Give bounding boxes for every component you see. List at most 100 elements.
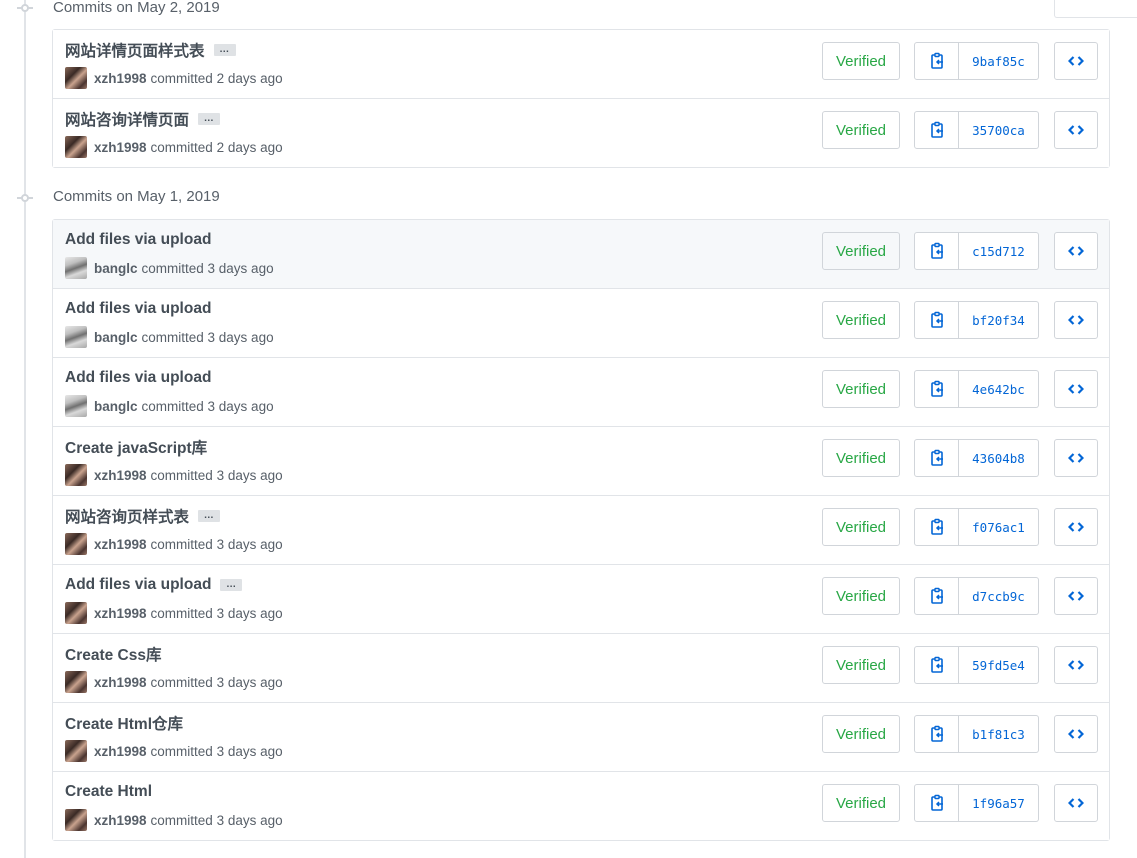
expand-message-button[interactable]: … [220,579,243,591]
commit-author-link[interactable]: xzh1998 [94,744,147,759]
sha-button-group: 9baf85c [914,42,1039,80]
code-browse-icon [1068,658,1084,672]
commit-message-line: Create javaScript库 [65,436,207,458]
commit-message-line: 网站详情页面样式表 … [65,39,236,61]
verified-badge[interactable]: Verified [822,439,900,477]
commit-message-link[interactable]: 网站详情页面样式表 [65,39,205,61]
commit-message-link[interactable]: Add files via upload [65,369,211,387]
commit-sha-link[interactable]: 9baf85c [959,42,1039,80]
code-browse-icon [1068,520,1084,534]
commit-author-link[interactable]: xzh1998 [94,468,147,483]
commit-message-link[interactable]: Add files via upload [65,300,211,318]
verified-badge[interactable]: Verified [822,370,900,408]
clipboard-copy-icon [929,587,945,605]
browse-repository-button[interactable] [1054,508,1098,546]
avatar[interactable] [65,326,87,348]
browse-repository-button[interactable] [1054,42,1098,80]
code-browse-icon [1068,244,1084,258]
browse-repository-button[interactable] [1054,577,1098,615]
commit-message-line: Create Css库 [65,643,162,665]
verified-badge[interactable]: Verified [822,111,900,149]
commit-author-link[interactable]: banglc [94,399,138,414]
verified-badge[interactable]: Verified [822,646,900,684]
avatar[interactable] [65,740,87,762]
copy-sha-button[interactable] [914,370,959,408]
commit-sha-link[interactable]: c15d712 [959,232,1039,270]
commit-message-link[interactable]: Create javaScript库 [65,436,207,458]
commit-message-link[interactable]: Create Html仓库 [65,712,183,734]
browse-repository-button[interactable] [1054,715,1098,753]
avatar[interactable] [65,136,87,158]
browse-repository-button[interactable] [1054,784,1098,822]
commit-author-link[interactable]: xzh1998 [94,813,147,828]
commit-message-link[interactable]: Create Css库 [65,643,162,665]
copy-sha-button[interactable] [914,232,959,270]
verified-badge[interactable]: Verified [822,715,900,753]
commit-author-link[interactable]: banglc [94,330,138,345]
verified-badge[interactable]: Verified [822,232,900,270]
avatar[interactable] [65,809,87,831]
commit-message-link[interactable]: Add files via upload [65,231,211,249]
commit-meta: xzh1998 committed 2 days ago [65,67,283,89]
verified-badge[interactable]: Verified [822,301,900,339]
avatar[interactable] [65,67,87,89]
commit-author-link[interactable]: xzh1998 [94,606,147,621]
verified-badge[interactable]: Verified [822,508,900,546]
commit-row: Create Css库 xzh1998 committed 3 days ago Ve… [53,633,1109,702]
commit-sha-link[interactable]: 43604b8 [959,439,1039,477]
commit-author-link[interactable]: xzh1998 [94,71,147,86]
copy-sha-button[interactable] [914,715,959,753]
copy-sha-button[interactable] [914,301,959,339]
commit-sha-link[interactable]: b1f81c3 [959,715,1039,753]
expand-message-button[interactable]: … [213,44,236,56]
copy-sha-button[interactable] [914,646,959,684]
clipboard-copy-icon [929,449,945,467]
browse-repository-button[interactable] [1054,232,1098,270]
copy-sha-button[interactable] [914,42,959,80]
commit-message-link[interactable]: Add files via upload [65,576,211,594]
commit-meta: xzh1998 committed 3 days ago [65,809,283,831]
commit-message-link[interactable]: Create Html [65,783,152,801]
commit-sha-link[interactable]: 59fd5e4 [959,646,1039,684]
avatar[interactable] [65,602,87,624]
avatar[interactable] [65,671,87,693]
expand-message-button[interactable]: … [198,113,221,125]
sha-button-group: c15d712 [914,232,1039,270]
verified-badge[interactable]: Verified [822,784,900,822]
commit-time-text: committed 3 days ago [150,467,283,483]
commit-author-link[interactable]: xzh1998 [94,140,147,155]
copy-sha-button[interactable] [914,784,959,822]
commit-author-link[interactable]: banglc [94,261,138,276]
commit-sha-link[interactable]: f076ac1 [959,508,1039,546]
avatar[interactable] [65,395,87,417]
browse-repository-button[interactable] [1054,111,1098,149]
commit-time-text: committed 3 days ago [150,605,283,621]
commit-sha-link[interactable]: d7ccb9c [959,577,1039,615]
commit-sha-link[interactable]: 4e642bc [959,370,1039,408]
browse-repository-button[interactable] [1054,370,1098,408]
commit-author-link[interactable]: xzh1998 [94,675,147,690]
avatar[interactable] [65,533,87,555]
avatar[interactable] [65,257,87,279]
verified-badge[interactable]: Verified [822,577,900,615]
copy-sha-button[interactable] [914,577,959,615]
commit-meta: xzh1998 committed 3 days ago [65,740,283,762]
browse-repository-button[interactable] [1054,646,1098,684]
copy-sha-button[interactable] [914,439,959,477]
browse-repository-button[interactable] [1054,439,1098,477]
expand-message-button[interactable]: … [198,510,221,522]
commit-meta: xzh1998 committed 2 days ago [65,136,283,158]
avatar[interactable] [65,464,87,486]
code-browse-icon [1068,313,1084,327]
copy-sha-button[interactable] [914,111,959,149]
code-browse-icon [1068,123,1084,137]
commit-sha-link[interactable]: 35700ca [959,111,1039,149]
commit-sha-link[interactable]: 1f96a57 [959,784,1039,822]
commit-author-link[interactable]: xzh1998 [94,537,147,552]
commit-message-link[interactable]: 网站咨询页样式表 [65,505,189,527]
verified-badge[interactable]: Verified [822,42,900,80]
commit-message-link[interactable]: 网站咨询详情页面 [65,108,189,130]
copy-sha-button[interactable] [914,508,959,546]
browse-repository-button[interactable] [1054,301,1098,339]
commit-sha-link[interactable]: bf20f34 [959,301,1039,339]
